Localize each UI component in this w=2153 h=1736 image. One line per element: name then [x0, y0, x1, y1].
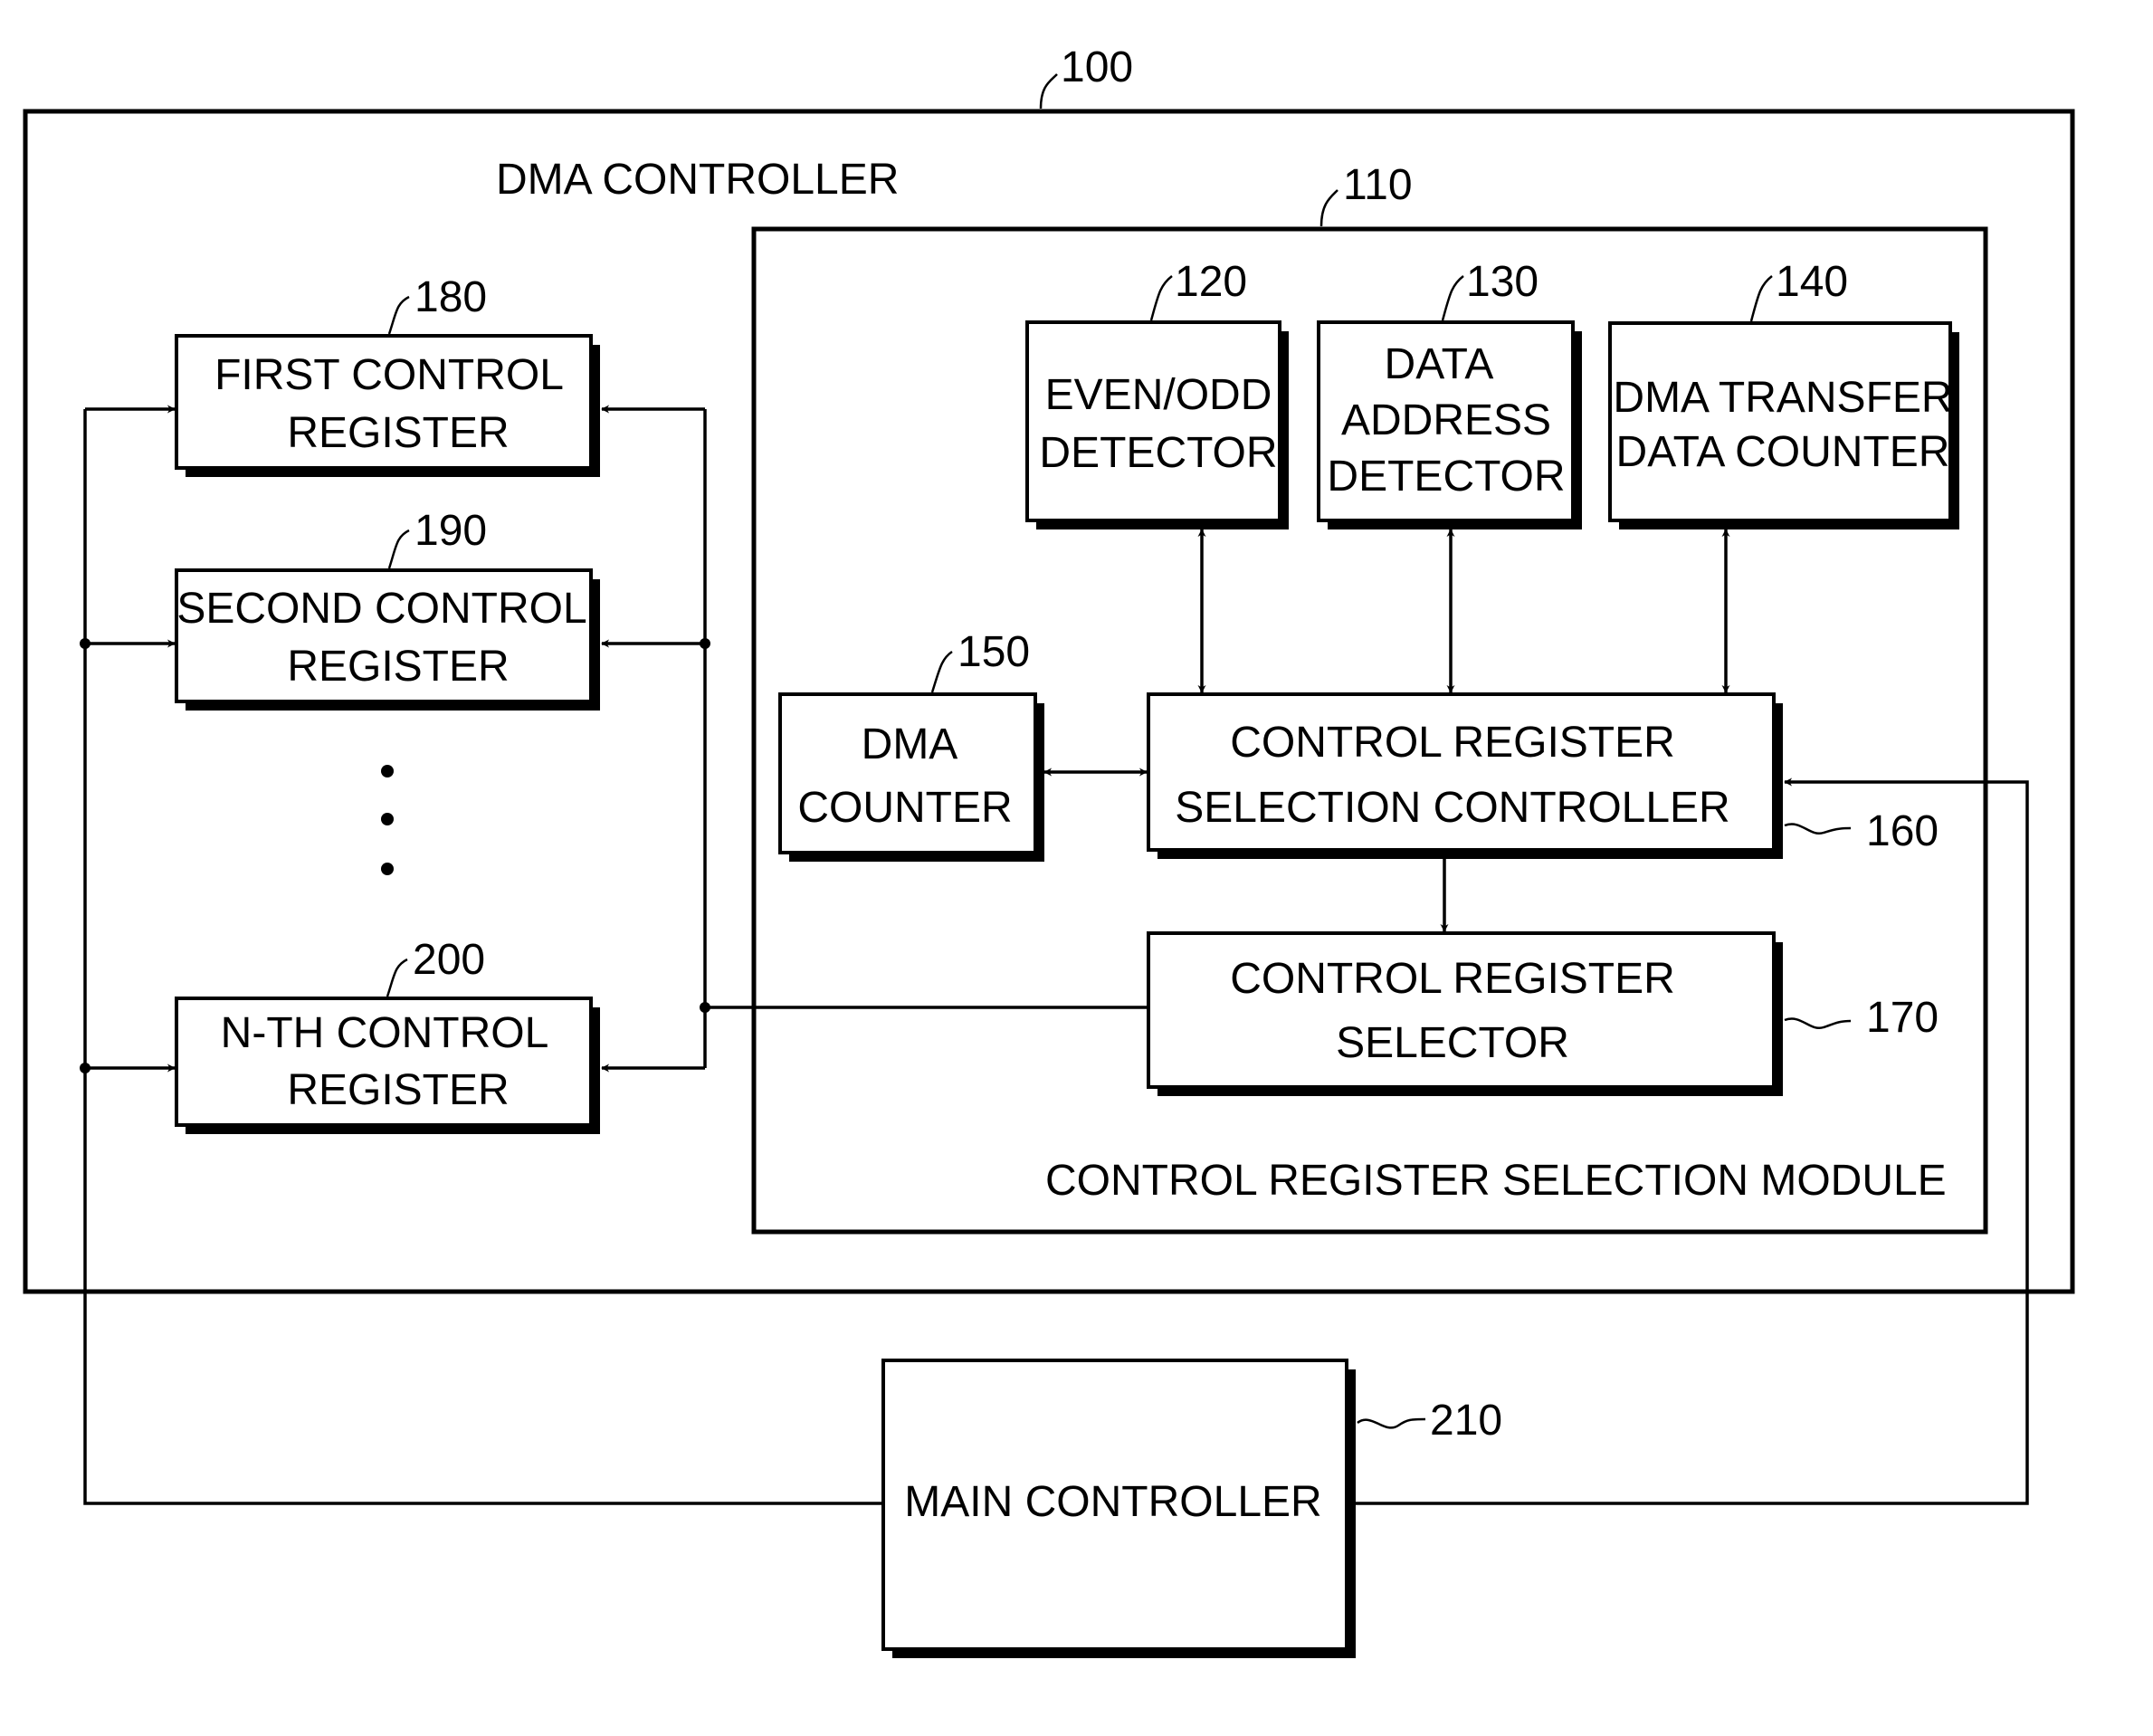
- selection-controller-line1: CONTROL REGISTER: [1230, 719, 1675, 767]
- data-address-line1: DATA: [1385, 340, 1494, 388]
- dma-counter-line2: COUNTER: [797, 784, 1012, 832]
- nth-reg-line2: REGISTER: [287, 1066, 509, 1114]
- selection-controller-block: CONTROL REGISTER SELECTION CONTROLLER 16…: [1147, 692, 1939, 859]
- ref-110: 110: [1343, 161, 1413, 209]
- module-title: CONTROL REGISTER SELECTION MODULE: [1045, 1157, 1947, 1205]
- dma-counter-line1: DMA: [862, 720, 958, 768]
- data-address-detector-block: DATA ADDRESS DETECTOR 130: [1317, 258, 1582, 529]
- ref-170: 170: [1866, 994, 1939, 1042]
- ref-200: 200: [413, 936, 485, 984]
- second-reg-line1: SECOND CONTROL: [176, 585, 586, 633]
- data-address-line2: ADDRESS: [1341, 396, 1551, 444]
- selector-line1: CONTROL REGISTER: [1230, 955, 1675, 1003]
- dma-counter-block: DMA COUNTER 150: [778, 628, 1044, 862]
- dma-controller-title: DMA CONTROLLER: [496, 156, 899, 204]
- first-control-register-block: FIRST CONTROL REGISTER 180: [175, 273, 600, 477]
- nth-control-register-block: N-TH CONTROL REGISTER 200: [175, 936, 600, 1134]
- transfer-counter-line2: DATA COUNTER: [1616, 428, 1950, 476]
- ref-140: 140: [1776, 258, 1848, 306]
- ref-130: 130: [1466, 258, 1539, 306]
- selector-line2: SELECTOR: [1336, 1019, 1569, 1067]
- ref-180: 180: [414, 273, 487, 321]
- ellipsis-more-registers: [381, 765, 394, 875]
- ref-150: 150: [957, 628, 1030, 676]
- selector-block: CONTROL REGISTER SELECTOR 170: [1147, 931, 1939, 1096]
- second-reg-line2: REGISTER: [287, 643, 509, 691]
- nth-reg-line1: N-TH CONTROL: [221, 1009, 549, 1057]
- ref-100: 100: [1061, 43, 1133, 91]
- even-odd-detector-block: EVEN/ODD DETECTOR 120: [1025, 258, 1289, 529]
- ref-190: 190: [414, 507, 487, 555]
- data-address-line3: DETECTOR: [1327, 453, 1565, 501]
- even-odd-line2: DETECTOR: [1039, 429, 1277, 477]
- dma-controller-diagram: 100 DMA CONTROLLER 110 CONTROL REGISTER …: [23, 43, 2075, 1658]
- main-controller-line1: MAIN CONTROLLER: [904, 1478, 1321, 1526]
- transfer-counter-line1: DMA TRANSFER: [1613, 374, 1952, 422]
- selection-controller-line2: SELECTION CONTROLLER: [1175, 784, 1729, 832]
- dma-transfer-data-counter-block: DMA TRANSFER DATA COUNTER 140: [1608, 258, 1959, 529]
- even-odd-line1: EVEN/ODD: [1045, 371, 1272, 419]
- first-reg-line2: REGISTER: [287, 409, 509, 457]
- ref-210: 210: [1430, 1397, 1502, 1445]
- first-reg-line1: FIRST CONTROL: [214, 351, 564, 399]
- ref-160: 160: [1866, 807, 1939, 855]
- ref-120: 120: [1175, 258, 1247, 306]
- second-control-register-block: SECOND CONTROL REGISTER 190: [175, 507, 600, 711]
- main-controller-block: MAIN CONTROLLER 210: [881, 1359, 1502, 1658]
